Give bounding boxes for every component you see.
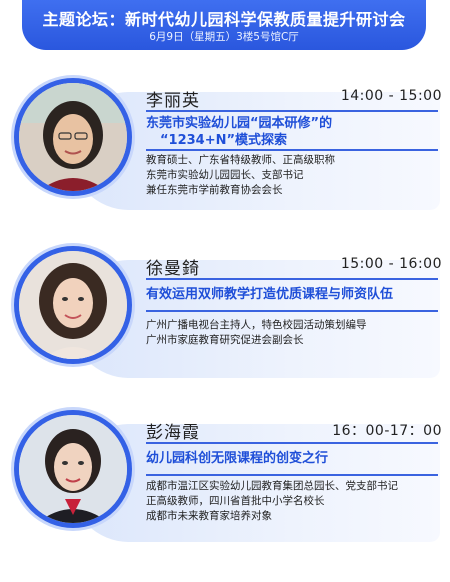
session-time: 15:00 - 16:00 — [340, 256, 442, 272]
divider — [146, 474, 438, 476]
page-title: 主题论坛：新时代幼儿园科学保教质量提升研讨会 — [42, 10, 406, 29]
speaker-card-3: 彭海霞 16：00-17：00 幼儿园科创无限课程的创变之行 成都市温江区实验幼… — [12, 410, 442, 560]
bio-line: 广州广播电视台主持人，特色校园活动策划编导 — [146, 319, 367, 331]
bio-line: 广州市家庭教育研究促进会副会长 — [146, 334, 304, 346]
divider — [146, 110, 438, 112]
divider — [146, 149, 438, 151]
bio-line: 成都市温江区实验幼儿园教育集团总园长、党支部书记 — [146, 480, 398, 492]
topic-line: 有效运用双师教学打造优质课程与师资队伍 — [146, 287, 394, 302]
session-time: 16：00-17：00 — [332, 423, 442, 439]
session-topic: 东莞市实验幼儿园“园本研修”的 “1234+N”模式探索 — [146, 115, 438, 149]
divider — [146, 310, 438, 312]
speaker-name: 李丽英 — [146, 91, 200, 111]
topic-line: 幼儿园科创无限课程的创变之行 — [146, 451, 329, 466]
event-date-location: 6月9日（星期五）3楼5号馆C厅 — [149, 31, 299, 43]
speaker-photo-3 — [19, 415, 127, 523]
bio-line: 教育硕士、广东省特级教师、正高级职称 — [146, 154, 335, 166]
speaker-name: 徐曼錡 — [146, 259, 200, 279]
divider — [146, 442, 438, 444]
topic-line: “1234+N”模式探索 — [160, 133, 288, 148]
speaker-bio: 广州广播电视台主持人，特色校园活动策划编导 广州市家庭教育研究促进会副会长 — [146, 318, 440, 348]
topic-line: 东莞市实验幼儿园“园本研修”的 — [146, 116, 333, 131]
session-topic: 幼儿园科创无限课程的创变之行 — [146, 450, 438, 467]
bio-line: 正高级教师，四川省首批中小学名校长 — [146, 495, 325, 507]
bio-line: 兼任东莞市学前教育协会会长 — [146, 184, 283, 196]
speaker-photo-2 — [19, 251, 127, 359]
header-banner: 主题论坛：新时代幼儿园科学保教质量提升研讨会 6月9日（星期五）3楼5号馆C厅 — [22, 0, 426, 50]
speaker-card-1: 李丽英 14:00 - 15:00 东莞市实验幼儿园“园本研修”的 “1234+… — [12, 78, 442, 228]
speaker-name: 彭海霞 — [146, 423, 200, 443]
speaker-bio: 成都市温江区实验幼儿园教育集团总园长、党支部书记 正高级教师，四川省首批中小学名… — [146, 479, 440, 524]
session-time: 14:00 - 15:00 — [340, 88, 442, 104]
speaker-card-2: 徐曼錡 15:00 - 16:00 有效运用双师教学打造优质课程与师资队伍 广州… — [12, 246, 442, 396]
session-topic: 有效运用双师教学打造优质课程与师资队伍 — [146, 286, 438, 303]
speaker-photo-1 — [19, 83, 127, 191]
bio-line: 东莞市实验幼儿园园长、支部书记 — [146, 169, 304, 181]
speaker-bio: 教育硕士、广东省特级教师、正高级职称 东莞市实验幼儿园园长、支部书记 兼任东莞市… — [146, 153, 440, 198]
bio-line: 成都市未来教育家培养对象 — [146, 510, 272, 522]
divider — [146, 278, 438, 280]
